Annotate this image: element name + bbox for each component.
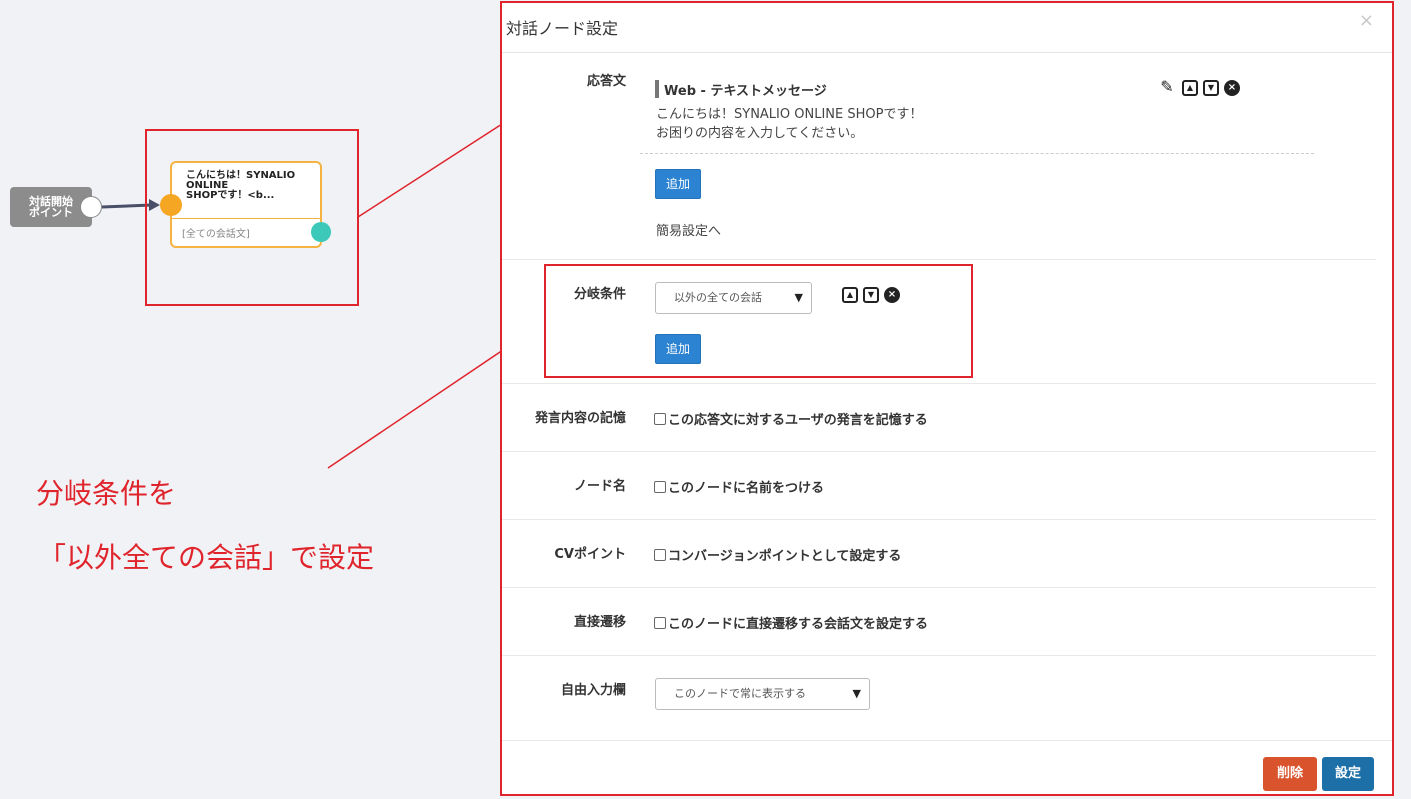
modal-highlight-box bbox=[500, 1, 1394, 796]
branch-highlight-box bbox=[544, 264, 973, 378]
node-highlight-box bbox=[145, 129, 359, 306]
annotation-line-1: 分岐条件を bbox=[36, 477, 177, 510]
start-node-port[interactable] bbox=[80, 196, 102, 218]
annotation-line-2: 「以外全ての会話」で設定 bbox=[38, 541, 375, 574]
